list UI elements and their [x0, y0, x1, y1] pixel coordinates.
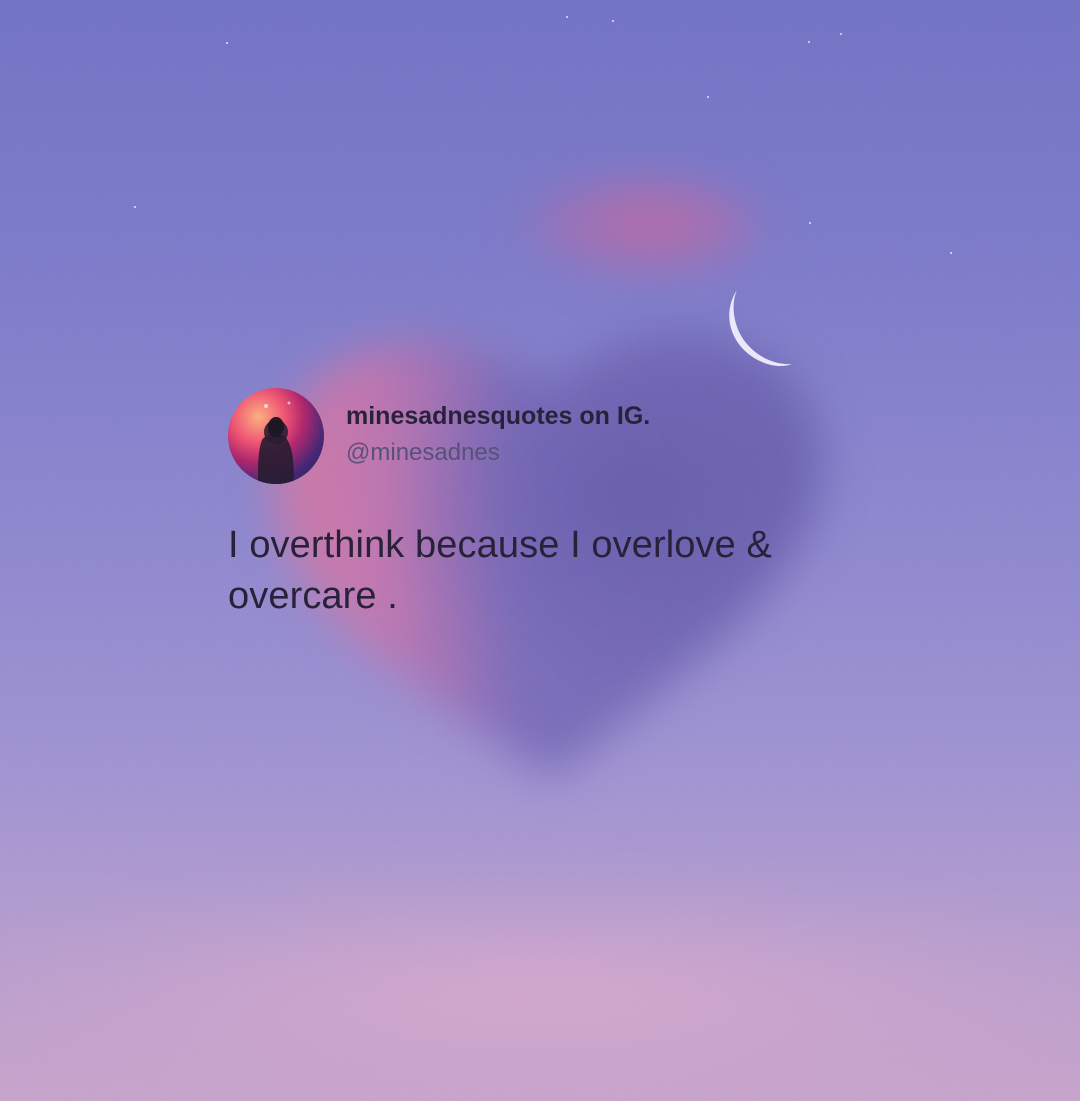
silhouette-person-icon: [258, 401, 294, 484]
star: [950, 252, 952, 254]
star: [808, 41, 810, 43]
star: [612, 20, 614, 22]
star: [226, 42, 228, 44]
quote-post: minesadnesquotes on IG. @minesadnes I ov…: [228, 388, 908, 622]
post-author-name: minesadnesquotes on IG.: [346, 402, 651, 430]
star: [134, 206, 136, 208]
crescent-moon-icon: [710, 286, 798, 376]
post-quote-text: I overthink because I overlove & overcar…: [228, 524, 772, 617]
post-header: minesadnesquotes on IG. @minesadnes: [228, 388, 908, 486]
star: [566, 16, 568, 18]
star: [809, 222, 811, 224]
post-author-handle: @minesadnes: [346, 439, 500, 466]
background-scene: minesadnesquotes on IG. @minesadnes I ov…: [0, 0, 1080, 1101]
star: [707, 96, 709, 98]
star: [840, 33, 842, 35]
avatar: [228, 388, 324, 484]
